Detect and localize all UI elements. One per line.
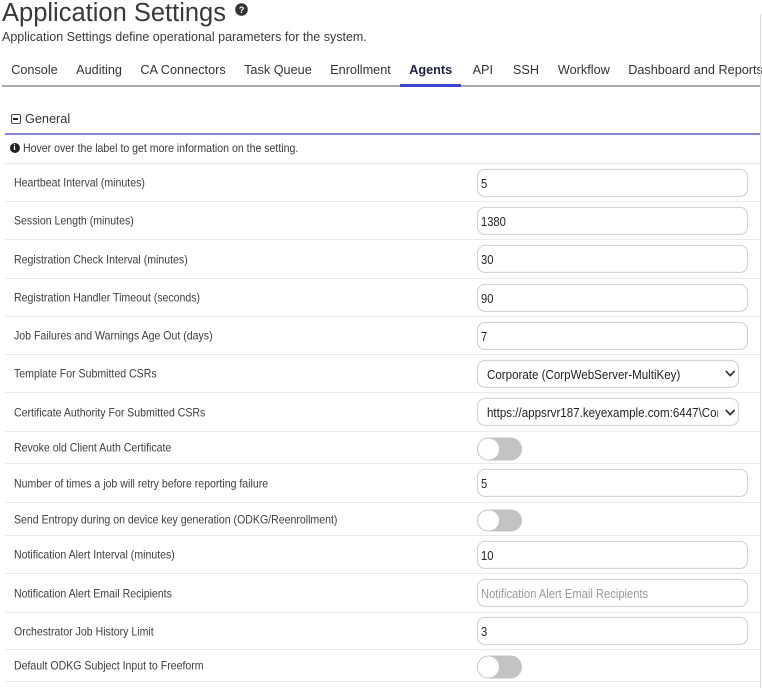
svg-text:?: ? [239, 5, 245, 15]
